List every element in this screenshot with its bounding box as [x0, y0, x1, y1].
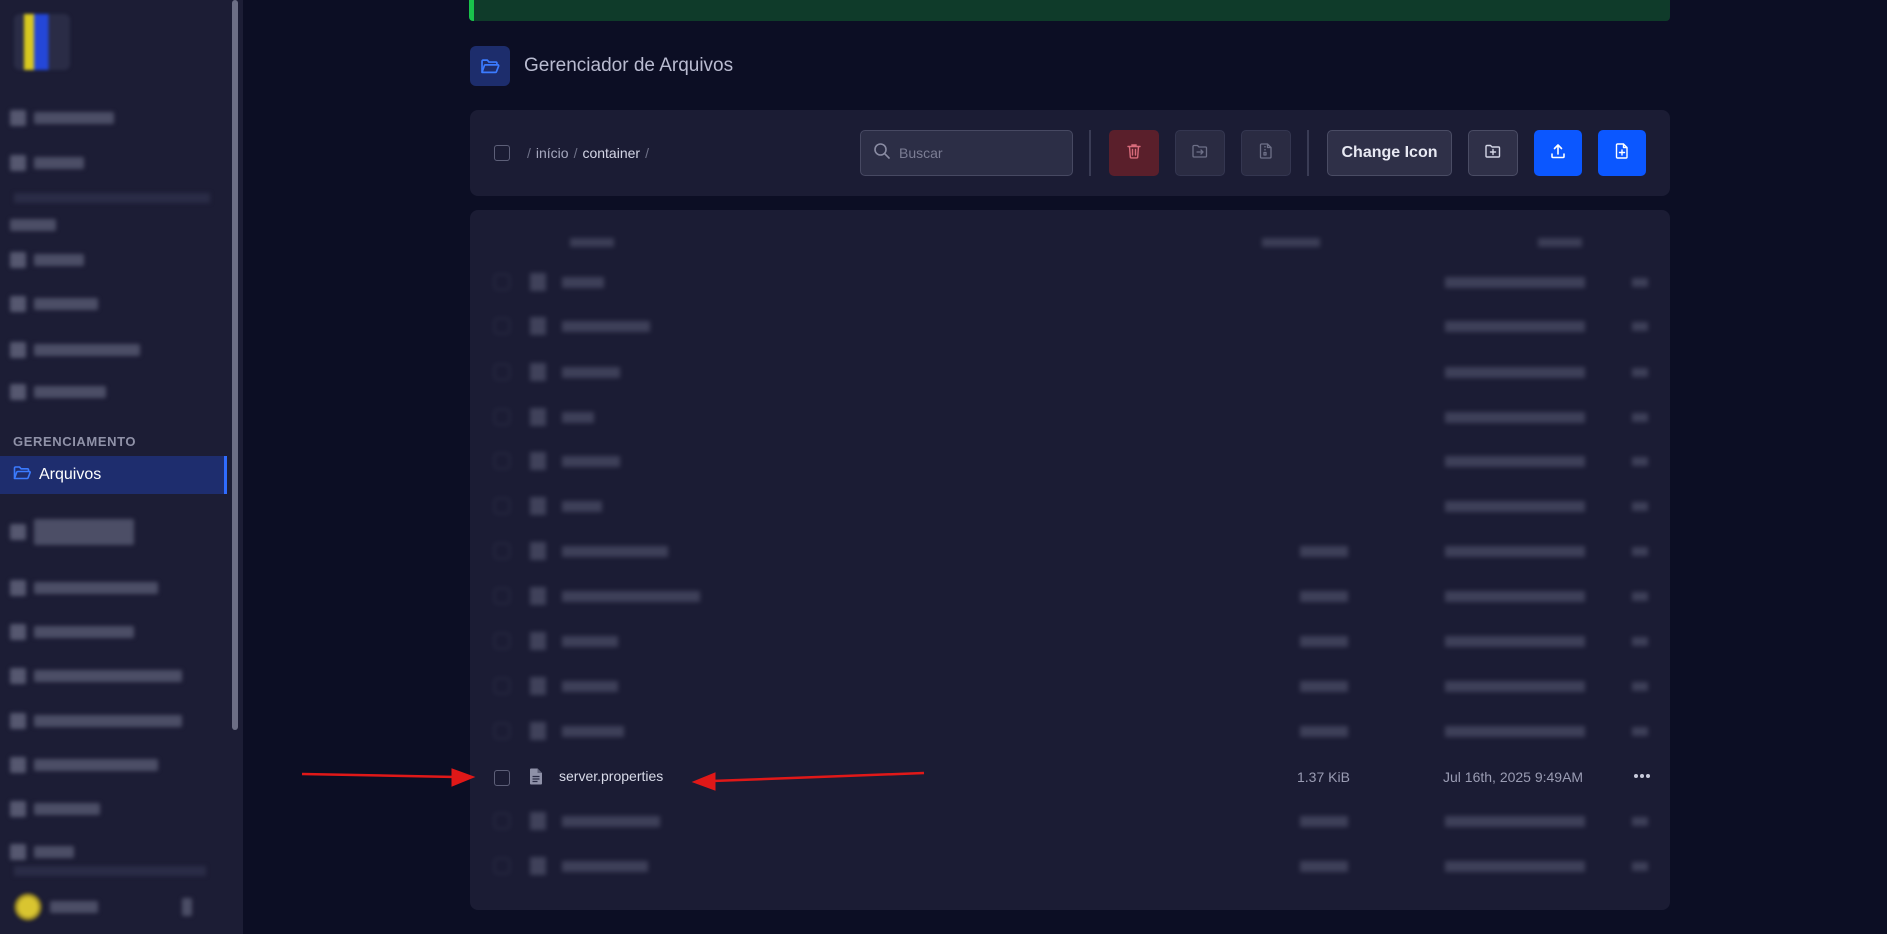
file-row-blurred[interactable]	[470, 533, 1670, 571]
search-box[interactable]	[860, 130, 1073, 176]
sidebar-item-blurred[interactable]	[10, 382, 106, 402]
file-row-blurred[interactable]	[470, 713, 1670, 751]
file-modified-date: Jul 16th, 2025 9:49AM	[1443, 769, 1584, 785]
sidebar-item-blurred[interactable]	[10, 842, 74, 862]
alert-banner	[469, 0, 1670, 21]
file-row-blurred[interactable]	[470, 354, 1670, 392]
breadcrumb-separator: /	[573, 145, 578, 161]
file-row-blurred[interactable]	[470, 578, 1670, 616]
sidebar-item-blurred[interactable]	[10, 340, 140, 360]
sidebar-item-blurred[interactable]	[10, 622, 134, 642]
file-row-blurred[interactable]	[470, 308, 1670, 346]
folder-open-icon	[470, 46, 510, 86]
new-folder-button[interactable]	[1468, 130, 1518, 176]
sidebar-section-blurred	[10, 215, 56, 235]
file-size: 1.37 KiB	[1297, 769, 1350, 785]
scrollbar-thumb[interactable]	[232, 0, 238, 730]
folder-open-icon	[13, 465, 31, 486]
sidebar-section-label: GERENCIAMENTO	[13, 434, 137, 449]
upload-button[interactable]	[1534, 130, 1582, 176]
sidebar-item-blurred[interactable]	[10, 250, 84, 270]
sidebar-item-blurred[interactable]	[10, 799, 100, 819]
file-text-icon	[529, 768, 543, 790]
folder-plus-icon	[1485, 144, 1501, 163]
breadcrumb-separator: /	[527, 145, 531, 161]
change-icon-label: Change Icon	[1341, 144, 1438, 161]
sidebar-divider	[14, 193, 210, 203]
toolbar-divider	[1089, 130, 1091, 176]
annotation-arrow-left	[301, 768, 476, 787]
file-row-checkbox[interactable]	[494, 770, 510, 786]
breadcrumb-separator: /	[645, 145, 649, 161]
sidebar-item-blurred[interactable]	[10, 755, 158, 775]
sidebar-item-label: Arquivos	[39, 466, 102, 483]
breadcrumb-root[interactable]: início	[536, 145, 569, 161]
change-icon-button[interactable]: Change Icon	[1327, 130, 1452, 176]
toolbar-divider	[1307, 130, 1309, 176]
sidebar-item-blurred[interactable]	[10, 666, 182, 686]
sidebar-item-blurred[interactable]	[10, 153, 84, 173]
sidebar-item-blurred[interactable]	[10, 578, 158, 598]
delete-button[interactable]	[1109, 130, 1159, 176]
archive-button[interactable]	[1241, 130, 1291, 176]
sidebar-item-blurred[interactable]	[10, 510, 134, 554]
user-name-blurred	[50, 897, 98, 917]
file-row-blurred[interactable]	[470, 668, 1670, 706]
sidebar: GERENCIAMENTO Arquivos	[0, 0, 243, 934]
file-name[interactable]: server.properties	[559, 768, 663, 784]
breadcrumb-current[interactable]: container	[582, 145, 640, 161]
file-row-blurred[interactable]	[470, 623, 1670, 661]
page-title: Gerenciador de Arquivos	[524, 55, 734, 76]
file-row-blurred[interactable]	[470, 443, 1670, 481]
search-input[interactable]	[899, 145, 1049, 161]
app-logo[interactable]	[14, 14, 70, 70]
file-row-blurred[interactable]	[470, 264, 1670, 302]
user-menu-icon[interactable]	[182, 897, 192, 917]
file-row-blurred[interactable]	[470, 803, 1670, 841]
sidebar-item-blurred[interactable]	[10, 108, 114, 128]
sidebar-divider	[14, 866, 206, 876]
search-icon	[873, 142, 891, 165]
user-avatar[interactable]	[14, 893, 42, 921]
trash-icon	[1127, 143, 1141, 164]
select-all-checkbox[interactable]	[494, 145, 510, 161]
breadcrumb: / início / container /	[527, 145, 649, 161]
file-plus-icon	[1615, 142, 1629, 164]
file-row-blurred[interactable]	[470, 488, 1670, 526]
sidebar-scrollbar[interactable]	[229, 0, 241, 934]
sidebar-item-blurred[interactable]	[10, 711, 182, 731]
page-header: Gerenciador de Arquivos	[470, 46, 733, 86]
file-row-blurred[interactable]	[470, 399, 1670, 437]
new-file-button[interactable]	[1598, 130, 1646, 176]
file-row-server-properties[interactable]: server.properties 1.37 KiB Jul 16th, 202…	[470, 758, 1670, 796]
folder-move-icon	[1192, 144, 1208, 163]
upload-icon	[1550, 143, 1566, 164]
file-row-blurred[interactable]	[470, 848, 1670, 886]
sidebar-item-blurred[interactable]	[10, 294, 98, 314]
file-archive-icon	[1259, 142, 1273, 164]
move-button[interactable]	[1175, 130, 1225, 176]
file-list-header-blurred	[470, 232, 1670, 254]
file-row-menu-button[interactable]	[1630, 766, 1654, 786]
sidebar-item-arquivos[interactable]: Arquivos	[0, 456, 227, 494]
